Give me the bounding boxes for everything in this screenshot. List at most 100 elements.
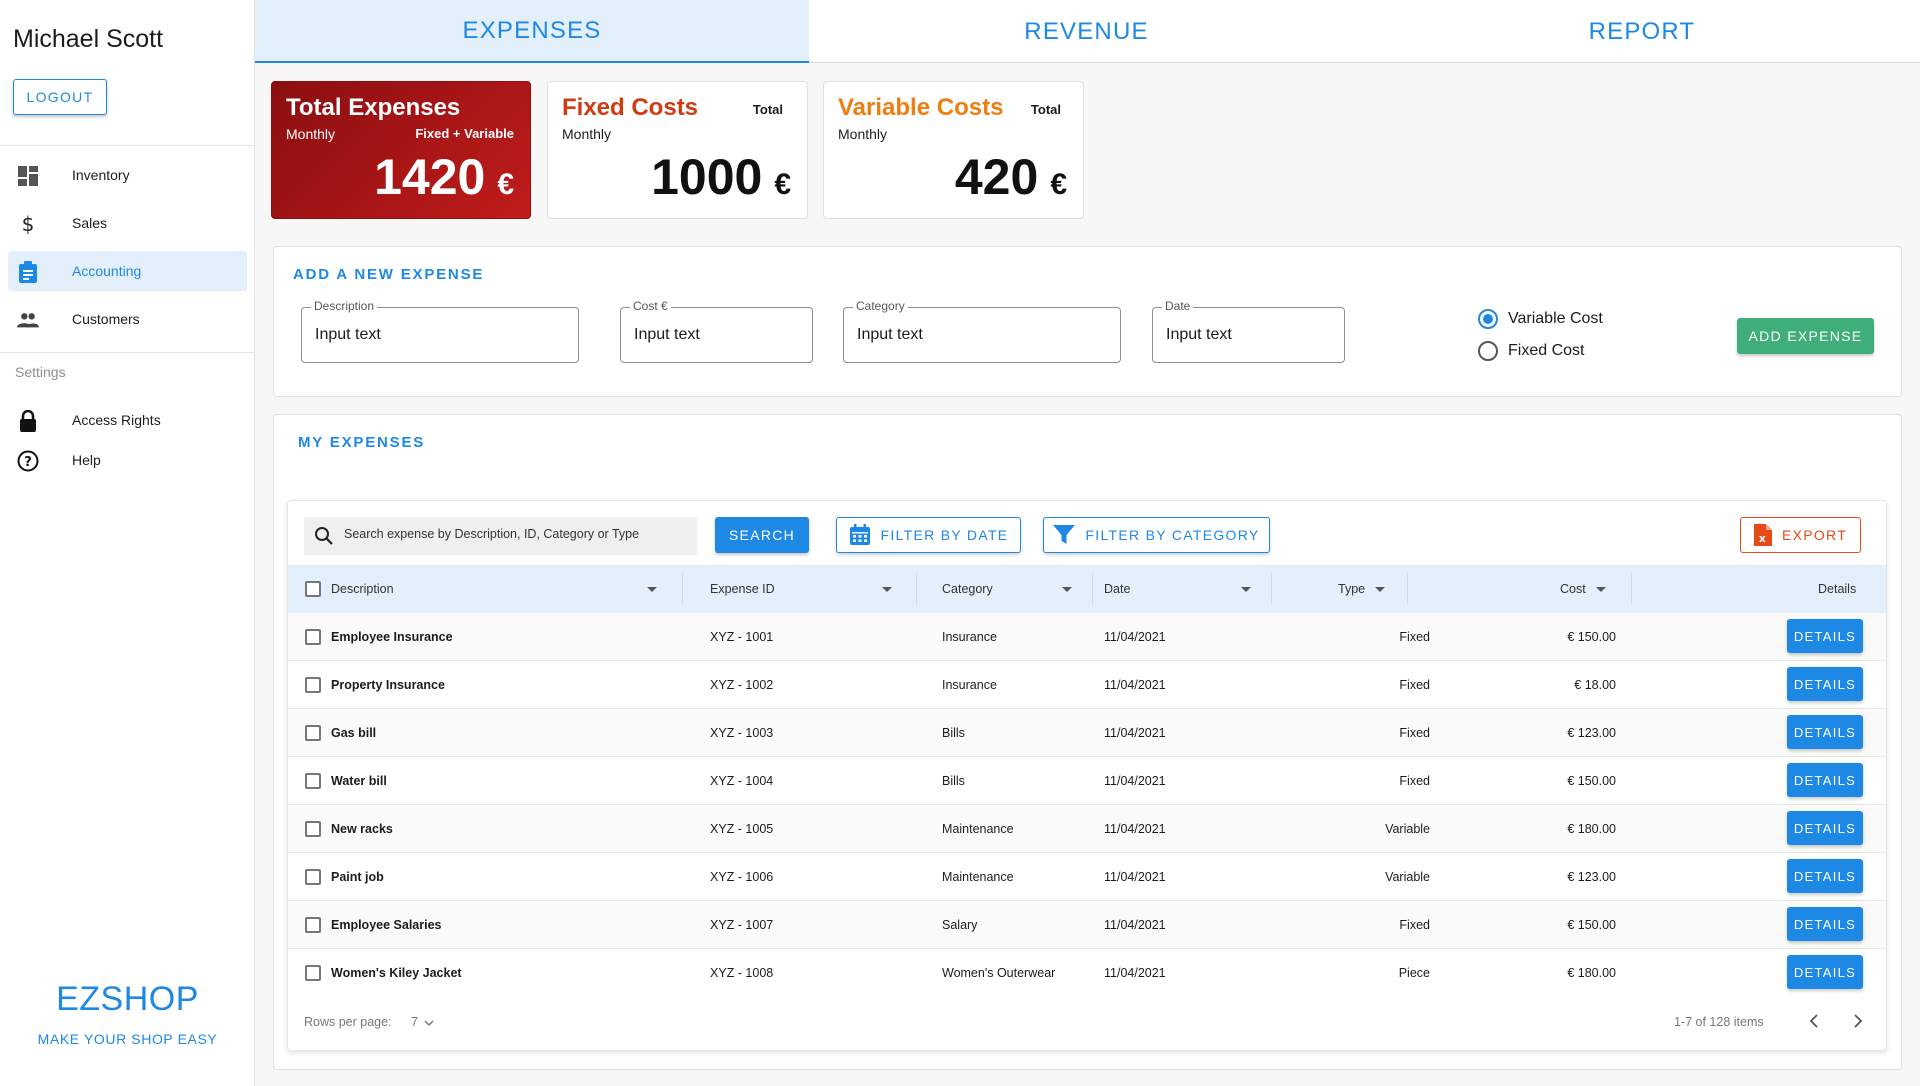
cell-expense-id: XYZ - 1002 (710, 678, 774, 692)
column-header-type[interactable]: Type (1338, 565, 1398, 613)
row-checkbox[interactable] (305, 725, 321, 741)
column-header-date[interactable]: Date (1104, 565, 1259, 613)
top-tabs: EXPENSES REVENUE REPORT (255, 0, 1920, 63)
date-input[interactable] (1166, 326, 1319, 344)
svg-text:?: ? (24, 455, 32, 470)
cell-expense-id: XYZ - 1004 (710, 774, 774, 788)
table-header: Description Expense ID Category Date Typ… (288, 565, 1886, 613)
variable-cost-radio[interactable]: Variable Cost (1478, 309, 1603, 329)
column-header-label: Expense ID (710, 582, 775, 596)
cell-type: Fixed (1399, 630, 1430, 644)
card-amount: 420 (954, 149, 1039, 205)
row-checkbox[interactable] (305, 677, 321, 693)
column-header-details: Details (1818, 565, 1868, 613)
row-checkbox[interactable] (305, 965, 321, 981)
variable-costs-card: Variable Costs Monthly Total 420 € (823, 81, 1084, 219)
column-header-label: Category (942, 582, 993, 596)
cost-input[interactable] (634, 326, 787, 344)
radio-circle (1478, 341, 1498, 361)
chevron-left-icon (1809, 1014, 1818, 1028)
svg-text:$: $ (22, 213, 35, 235)
select-all-checkbox[interactable] (305, 581, 321, 597)
details-button[interactable]: DETAILS (1787, 859, 1863, 893)
cell-description: Women's Kiley Jacket (331, 966, 462, 980)
sidebar-item-accounting[interactable]: Accounting (8, 251, 247, 291)
cell-cost: € 180.00 (1567, 822, 1616, 836)
sidebar-item-inventory[interactable]: Inventory (8, 155, 247, 195)
row-checkbox[interactable] (305, 629, 321, 645)
cell-description: Gas bill (331, 726, 377, 740)
column-header-label: Type (1338, 582, 1366, 596)
cell-type: Fixed (1399, 678, 1430, 692)
sidebar-item-sales[interactable]: $ Sales (8, 203, 247, 243)
cell-category: Maintenance (942, 822, 1014, 836)
cell-cost: € 150.00 (1567, 918, 1616, 932)
fixed-cost-radio[interactable]: Fixed Cost (1478, 341, 1584, 361)
next-page-button[interactable] (1848, 1011, 1868, 1031)
column-header-category[interactable]: Category (942, 565, 1080, 613)
date-field[interactable]: Date (1152, 299, 1345, 363)
details-button[interactable]: DETAILS (1787, 811, 1863, 845)
description-input[interactable] (315, 326, 536, 344)
cell-date: 11/04/2021 (1104, 630, 1166, 644)
card-subtitle: Monthly (562, 126, 612, 142)
cell-date: 11/04/2021 (1104, 918, 1166, 932)
previous-page-button[interactable] (1804, 1011, 1824, 1031)
sidebar-item-customers[interactable]: Customers (8, 299, 247, 339)
search-button[interactable]: SEARCH (715, 517, 809, 553)
sidebar-item-access-rights[interactable]: Access Rights (8, 400, 247, 440)
logout-button[interactable]: LOGOUT (13, 79, 107, 115)
field-label: Category (853, 299, 908, 313)
rows-per-page-select[interactable]: 7 (411, 1015, 434, 1029)
sidebar-divider (0, 352, 255, 353)
sidebar-item-label: Accounting (72, 263, 142, 279)
tab-revenue[interactable]: REVENUE (809, 0, 1364, 63)
card-value: 1420 € (374, 148, 514, 206)
tab-report[interactable]: REPORT (1364, 0, 1920, 63)
cell-category: Salary (942, 918, 978, 932)
sort-icon (1062, 586, 1072, 592)
export-button[interactable]: x EXPORT (1740, 517, 1861, 553)
cell-type: Fixed (1399, 774, 1430, 788)
add-expense-button[interactable]: ADD EXPENSE (1737, 318, 1874, 354)
search-input[interactable] (344, 527, 684, 541)
field-label: Date (1162, 299, 1194, 313)
category-field[interactable]: Category (843, 299, 1121, 363)
cell-cost: € 18.00 (1574, 678, 1616, 692)
cell-type: Fixed (1399, 726, 1430, 740)
column-header-description[interactable]: Description (331, 565, 671, 613)
row-checkbox[interactable] (305, 821, 321, 837)
category-input[interactable] (857, 326, 1078, 344)
column-header-expense-id[interactable]: Expense ID (710, 565, 900, 613)
row-checkbox[interactable] (305, 869, 321, 885)
help-icon: ? (17, 450, 39, 472)
table-row: Women's Kiley Jacket XYZ - 1008 Women's … (288, 949, 1886, 997)
details-button[interactable]: DETAILS (1787, 907, 1863, 941)
details-button[interactable]: DETAILS (1787, 715, 1863, 749)
settings-section-label: Settings (15, 364, 66, 380)
row-checkbox[interactable] (305, 917, 321, 933)
search-icon (314, 526, 334, 546)
tab-expenses[interactable]: EXPENSES (255, 0, 809, 63)
filter-by-date-button[interactable]: FILTER BY DATE (836, 517, 1021, 553)
expenses-table-card: SEARCH FILTER BY DATE FILTER BY CATEGORY… (287, 500, 1887, 1051)
svg-text:x: x (1759, 532, 1767, 545)
details-button[interactable]: DETAILS (1787, 619, 1863, 653)
cell-date: 11/04/2021 (1104, 870, 1166, 884)
sidebar-item-help[interactable]: ? Help (8, 440, 247, 480)
description-field[interactable]: Description (301, 299, 579, 363)
cell-expense-id: XYZ - 1003 (710, 726, 774, 740)
details-button[interactable]: DETAILS (1787, 763, 1863, 797)
people-icon (17, 309, 39, 331)
filter-by-category-button[interactable]: FILTER BY CATEGORY (1043, 517, 1270, 553)
cost-field[interactable]: Cost € (620, 299, 813, 363)
column-header-cost[interactable]: Cost (1560, 565, 1630, 613)
sort-icon (1375, 586, 1386, 592)
details-button[interactable]: DETAILS (1787, 667, 1863, 701)
details-button[interactable]: DETAILS (1787, 955, 1863, 989)
search-box[interactable] (304, 517, 697, 555)
row-checkbox[interactable] (305, 773, 321, 789)
cell-description: New racks (331, 822, 393, 836)
cell-category: Maintenance (942, 870, 1014, 884)
sort-icon (1595, 586, 1606, 592)
